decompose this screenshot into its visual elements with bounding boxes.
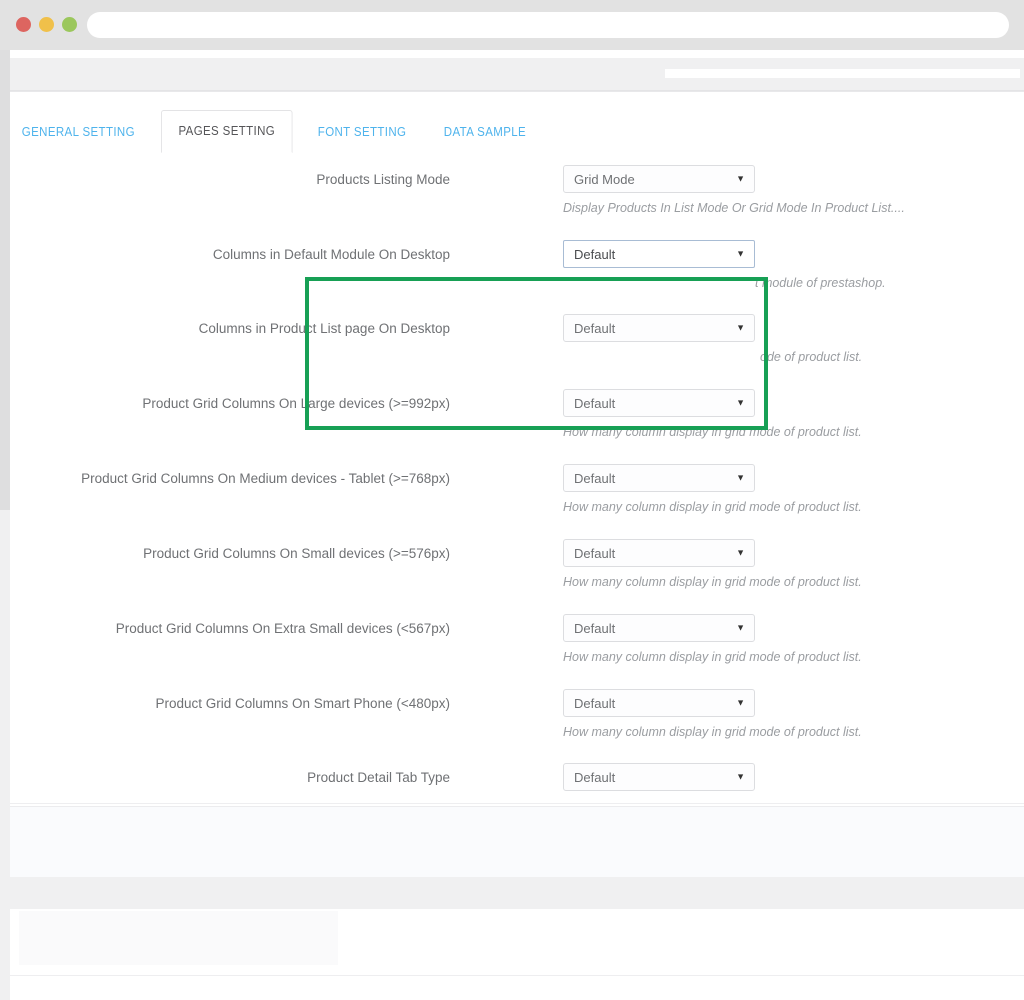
maximize-window-button[interactable] bbox=[62, 17, 77, 32]
chevron-down-icon: ▼ bbox=[736, 248, 745, 259]
select-value: Default bbox=[574, 769, 616, 785]
pages-setting-form: Products Listing Mode Grid Mode ▼ Displa… bbox=[0, 50, 1024, 805]
select-grid-large-devices[interactable]: Default ▼ bbox=[563, 389, 755, 417]
select-grid-smart-phone[interactable]: Default ▼ bbox=[563, 689, 755, 717]
select-columns-product-list[interactable]: Default ▼ bbox=[563, 314, 755, 342]
select-value: Grid Mode bbox=[574, 171, 635, 187]
select-box-open[interactable]: Default ▼ bbox=[563, 240, 755, 268]
select-value: Default bbox=[574, 320, 616, 336]
help-grid-medium-devices: How many column display in grid mode of … bbox=[563, 500, 862, 514]
select-grid-medium-devices[interactable]: Default ▼ bbox=[563, 464, 755, 492]
browser-chrome bbox=[0, 0, 1024, 50]
chevron-down-icon: ▼ bbox=[736, 771, 745, 782]
select-value: Default bbox=[574, 695, 616, 711]
help-columns-product-list: ode of product list. bbox=[760, 350, 863, 364]
label-grid-extra-small-devices: Product Grid Columns On Extra Small devi… bbox=[115, 621, 450, 636]
minimize-window-button[interactable] bbox=[39, 17, 54, 32]
close-window-button[interactable] bbox=[16, 17, 31, 32]
help-columns-default-module: t module of prestashop. bbox=[755, 276, 886, 290]
chevron-down-icon: ▼ bbox=[736, 397, 745, 408]
select-box[interactable]: Default ▼ bbox=[563, 763, 755, 791]
label-grid-small-devices: Product Grid Columns On Small devices (>… bbox=[143, 546, 450, 561]
select-grid-small-devices[interactable]: Default ▼ bbox=[563, 539, 755, 567]
chevron-down-icon: ▼ bbox=[736, 322, 745, 333]
select-box[interactable]: Default ▼ bbox=[563, 389, 755, 417]
select-value: Default bbox=[574, 620, 616, 636]
chevron-down-icon: ▼ bbox=[736, 622, 745, 633]
select-products-listing-mode[interactable]: Grid Mode ▼ bbox=[563, 165, 755, 193]
label-products-listing-mode: Products Listing Mode bbox=[316, 172, 450, 187]
bottom-last-strip bbox=[10, 976, 1024, 1000]
select-box[interactable]: Grid Mode ▼ bbox=[563, 165, 755, 193]
help-grid-large-devices: How many column display in grid mode of … bbox=[563, 425, 862, 439]
help-grid-extra-small-devices: How many column display in grid mode of … bbox=[563, 650, 862, 664]
panel-footer bbox=[10, 806, 1024, 878]
panel-divider bbox=[10, 803, 1024, 804]
help-products-listing-mode: Display Products In List Mode Or Grid Mo… bbox=[563, 201, 905, 215]
bottom-panel-placeholder bbox=[19, 911, 338, 965]
select-value: Default bbox=[574, 470, 616, 486]
chevron-down-icon: ▼ bbox=[736, 547, 745, 558]
label-columns-product-list: Columns in Product List page On Desktop bbox=[198, 321, 450, 336]
chevron-down-icon: ▼ bbox=[736, 697, 745, 708]
select-box[interactable]: Default ▼ bbox=[563, 614, 755, 642]
select-value: Default bbox=[574, 545, 616, 561]
select-box[interactable]: Default ▼ bbox=[563, 464, 755, 492]
label-grid-medium-devices: Product Grid Columns On Medium devices -… bbox=[81, 471, 450, 486]
select-value: Default bbox=[574, 246, 616, 262]
secondary-gray-band bbox=[10, 877, 1024, 909]
chevron-down-icon: ▼ bbox=[736, 173, 745, 184]
label-columns-default-module: Columns in Default Module On Desktop bbox=[212, 247, 450, 262]
select-columns-default-module[interactable]: Default ▼ Default 2 Columns 3 Columns 4 … bbox=[563, 240, 755, 268]
label-grid-smart-phone: Product Grid Columns On Smart Phone (<48… bbox=[155, 696, 450, 711]
label-product-detail-tab-type: Product Detail Tab Type bbox=[307, 770, 450, 785]
select-value: Default bbox=[574, 395, 616, 411]
help-grid-smart-phone: How many column display in grid mode of … bbox=[563, 725, 862, 739]
address-bar-input[interactable] bbox=[87, 12, 1009, 38]
select-product-detail-tab-type[interactable]: Default ▼ bbox=[563, 763, 755, 791]
window-controls bbox=[16, 17, 77, 32]
select-box[interactable]: Default ▼ bbox=[563, 539, 755, 567]
label-grid-large-devices: Product Grid Columns On Large devices (>… bbox=[142, 396, 450, 411]
select-box[interactable]: Default ▼ bbox=[563, 689, 755, 717]
help-grid-small-devices: How many column display in grid mode of … bbox=[563, 575, 862, 589]
select-box[interactable]: Default ▼ bbox=[563, 314, 755, 342]
page-shell: GENERAL SETTING PAGES SETTING FONT SETTI… bbox=[0, 50, 1024, 1000]
select-grid-extra-small-devices[interactable]: Default ▼ bbox=[563, 614, 755, 642]
chevron-down-icon: ▼ bbox=[736, 472, 745, 483]
